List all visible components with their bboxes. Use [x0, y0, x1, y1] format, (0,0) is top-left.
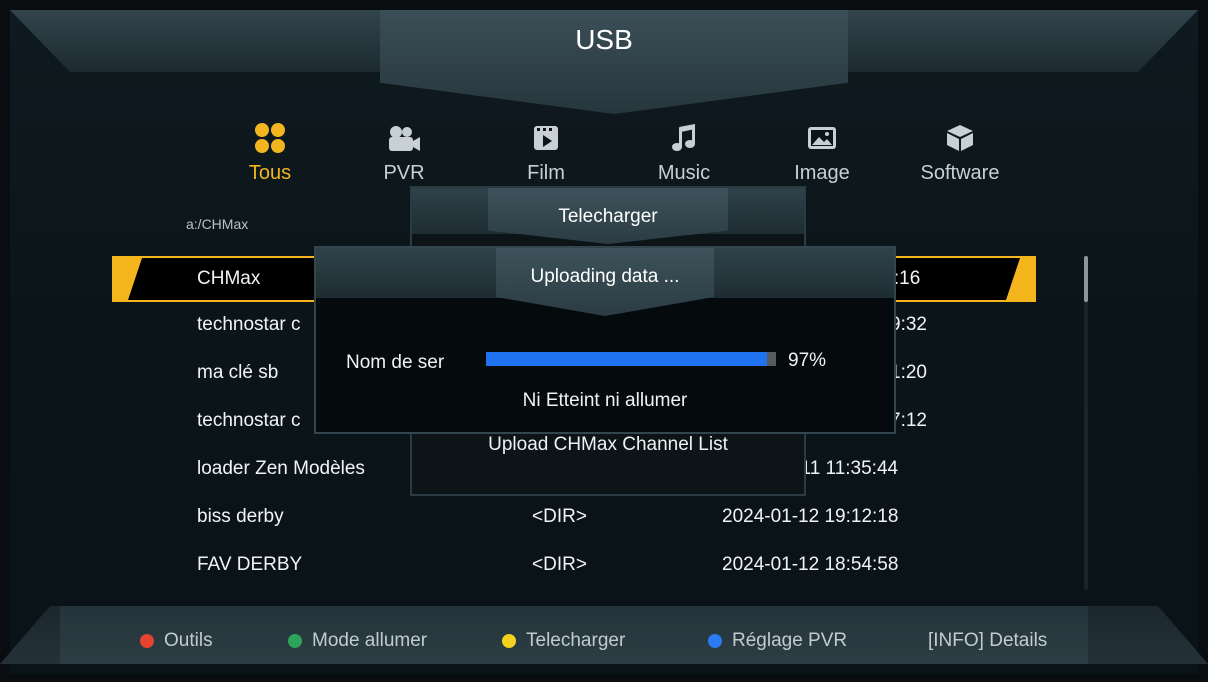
file-type: <DIR> [532, 554, 587, 575]
footer-tools-button[interactable]: Outils [140, 630, 213, 652]
current-path: a:/CHMax [186, 216, 249, 232]
blue-dot-icon [708, 634, 722, 648]
category-label: PVR [383, 162, 425, 184]
footer-label: Telecharger [526, 630, 626, 651]
progress-bar-fill [486, 352, 768, 366]
footer-info-button[interactable]: [INFO] Details [928, 630, 1047, 652]
category-label: Music [657, 162, 711, 184]
file-name: technostar c [197, 314, 301, 335]
progress-label: Nom de ser [346, 352, 445, 373]
page-title: USB [575, 24, 633, 55]
file-type: <DIR> [532, 506, 587, 527]
green-dot-icon [288, 634, 302, 648]
box-icon [900, 120, 1020, 156]
footer-power-mode-button[interactable]: Mode allumer [288, 630, 427, 652]
category-film[interactable]: Film [486, 120, 606, 185]
category-label: Tous [248, 162, 292, 184]
file-name: ma clé sb [197, 362, 279, 383]
camera-icon [344, 120, 464, 156]
dialog-title: Uploading data ... [530, 266, 680, 287]
dialog-message: Upload CHMax Channel List [488, 434, 728, 455]
image-icon [762, 120, 882, 156]
header-left-panel [10, 10, 390, 72]
table-row[interactable]: biss derby <DIR> 2024-01-12 19:12:18 [0, 496, 1188, 536]
header-right-panel [838, 10, 1198, 72]
category-music[interactable]: Music [624, 120, 744, 185]
music-note-icon [624, 120, 744, 156]
scrollbar-thumb[interactable] [1084, 256, 1088, 302]
file-name: biss derby [197, 506, 284, 527]
file-name: CHMax [197, 268, 261, 289]
file-date: l-11 11:35:44 [790, 458, 899, 479]
list-scrollbar[interactable] [1084, 256, 1088, 590]
category-pvr[interactable]: PVR [344, 120, 464, 185]
upload-progress-dialog: Uploading data ... Nom de ser 97% Ni Ett… [314, 246, 896, 434]
file-name: loader Zen Modèles [197, 458, 365, 479]
category-software[interactable]: Software [900, 120, 1020, 185]
red-dot-icon [140, 634, 154, 648]
footer-label: Mode allumer [312, 630, 428, 651]
category-label: Software [920, 162, 1000, 184]
yellow-dot-icon [502, 634, 516, 648]
footer-label: Réglage PVR [732, 630, 848, 651]
footer-download-button[interactable]: Telecharger [502, 630, 625, 652]
footer-pvr-settings-button[interactable]: Réglage PVR [708, 630, 847, 652]
dialog-status: Ni Etteint ni allumer [522, 390, 688, 411]
category-tous[interactable]: Tous [210, 120, 330, 185]
dialog-title: Telecharger [558, 206, 658, 227]
file-date: 2024-01-12 19:12:18 [722, 506, 899, 527]
film-icon [486, 120, 606, 156]
progress-percent: 97% [788, 350, 827, 371]
category-label: Image [794, 162, 850, 184]
footer-label: Outils [164, 630, 213, 651]
category-label: Film [527, 162, 565, 184]
table-row[interactable]: FAV DERBY <DIR> 2024-01-12 18:54:58 [0, 544, 1188, 584]
grid-icon [210, 120, 330, 156]
file-name: FAV DERBY [197, 554, 303, 575]
footer-label: [INFO] Details [928, 630, 1048, 651]
file-name: technostar c [197, 410, 301, 431]
file-date: 2024-01-12 18:54:58 [722, 554, 899, 575]
progress-bar [486, 352, 776, 366]
category-image[interactable]: Image [762, 120, 882, 185]
